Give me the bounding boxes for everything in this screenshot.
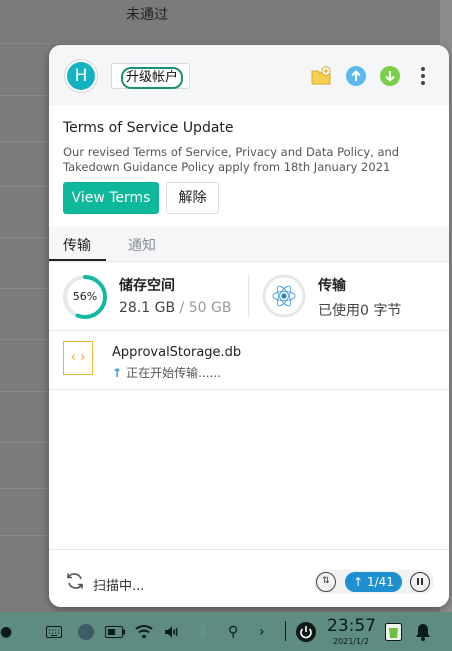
upload-arrow-icon: ↑ bbox=[112, 366, 123, 380]
stats-row: 56% 储存空间 28.1 GB / 50 GB 传输 已使用0 字节 bbox=[49, 262, 449, 331]
tab-notifications[interactable]: 通知 bbox=[128, 235, 156, 255]
new-folder-icon[interactable] bbox=[311, 66, 331, 86]
account-avatar[interactable]: H bbox=[67, 62, 95, 90]
taskbar-clock[interactable]: 23:57 bbox=[327, 616, 376, 636]
battery-icon[interactable] bbox=[105, 626, 125, 638]
storage-used: 28.1 GB bbox=[119, 300, 176, 316]
power-icon[interactable] bbox=[296, 622, 316, 642]
popup-header: H 升级帐户 bbox=[49, 45, 449, 105]
storage-usage: 28.1 GB / 50 GB bbox=[119, 300, 231, 316]
storage-total: 50 GB bbox=[188, 300, 232, 316]
usb-icon[interactable]: ⚲ bbox=[228, 623, 238, 641]
dismiss-button[interactable]: 解除 bbox=[166, 182, 219, 214]
transfer-manager-icon[interactable]: ⇅ bbox=[316, 572, 336, 592]
upload-count-arrow: ↑ bbox=[353, 575, 364, 589]
file-status-text: 正在开始传输...... bbox=[126, 366, 221, 380]
taskbar-date[interactable]: 2021/1/2 bbox=[333, 637, 369, 646]
terms-notice: Terms of Service Update Our revised Term… bbox=[49, 105, 449, 227]
transfer-status: 已使用0 字节 bbox=[318, 303, 402, 319]
transfer-count-badge[interactable]: ↑ 1/41 bbox=[345, 572, 402, 592]
notice-title: Terms of Service Update bbox=[63, 120, 234, 136]
tab-transfers[interactable]: 传输 bbox=[63, 235, 91, 255]
notification-bell-icon[interactable] bbox=[415, 623, 431, 641]
keyboard-icon[interactable] bbox=[46, 626, 62, 638]
upgrade-account-label: 升级帐户 bbox=[121, 67, 184, 89]
sync-popup: H 升级帐户 Terms of Service Update Our revis… bbox=[49, 45, 449, 607]
transfer-list-item[interactable]: ‹ › ApprovalStorage.db ↑ 正在开始传输...... bbox=[49, 331, 449, 390]
chevron-right-icon[interactable]: › bbox=[259, 623, 265, 641]
popup-footer: 扫描中... ⇅ ↑ 1/41 bbox=[49, 549, 449, 607]
pause-icon[interactable] bbox=[410, 572, 430, 592]
app-tray-icon[interactable] bbox=[78, 624, 94, 640]
background-status-text: 未通过 bbox=[126, 7, 168, 23]
volume-icon[interactable] bbox=[164, 625, 180, 639]
more-icon[interactable] bbox=[420, 67, 426, 85]
storage-percent-label: 56% bbox=[72, 290, 98, 303]
background-row-divider bbox=[0, 43, 440, 44]
recycle-bin-icon[interactable] bbox=[385, 623, 402, 641]
active-tab-indicator bbox=[49, 259, 106, 261]
storage-title: 储存空间 bbox=[119, 278, 175, 294]
file-name: ApprovalStorage.db bbox=[112, 345, 242, 360]
transfer-count: 1/41 bbox=[366, 575, 394, 589]
notice-body: Our revised Terms of Service, Privacy an… bbox=[63, 145, 400, 174]
sync-icon bbox=[67, 573, 83, 589]
taskbar-edge-icon[interactable]: ● bbox=[0, 623, 12, 641]
stats-divider bbox=[248, 274, 249, 318]
download-icon[interactable] bbox=[380, 66, 400, 86]
taskbar-divider bbox=[285, 621, 286, 641]
transfer-atom-icon bbox=[262, 274, 306, 318]
transfer-title: 传输 bbox=[318, 278, 346, 294]
code-file-icon: ‹ › bbox=[63, 341, 93, 375]
tab-bar: 传输 通知 bbox=[49, 227, 449, 262]
bluetooth-icon[interactable]: ᛒ bbox=[199, 623, 207, 641]
wifi-icon[interactable] bbox=[135, 624, 153, 639]
scan-status: 扫描中... bbox=[93, 579, 145, 594]
upgrade-account-button[interactable]: 升级帐户 bbox=[111, 63, 190, 89]
transfer-controls: ⇅ ↑ 1/41 bbox=[314, 570, 434, 594]
system-taskbar: ● ᛒ ⚲ › 23:57 2021/1/2 bbox=[0, 612, 452, 651]
file-status: ↑ 正在开始传输...... bbox=[112, 364, 221, 381]
view-terms-button[interactable]: View Terms bbox=[63, 182, 159, 214]
storage-separator: / bbox=[179, 300, 185, 316]
upload-icon[interactable] bbox=[346, 66, 366, 86]
